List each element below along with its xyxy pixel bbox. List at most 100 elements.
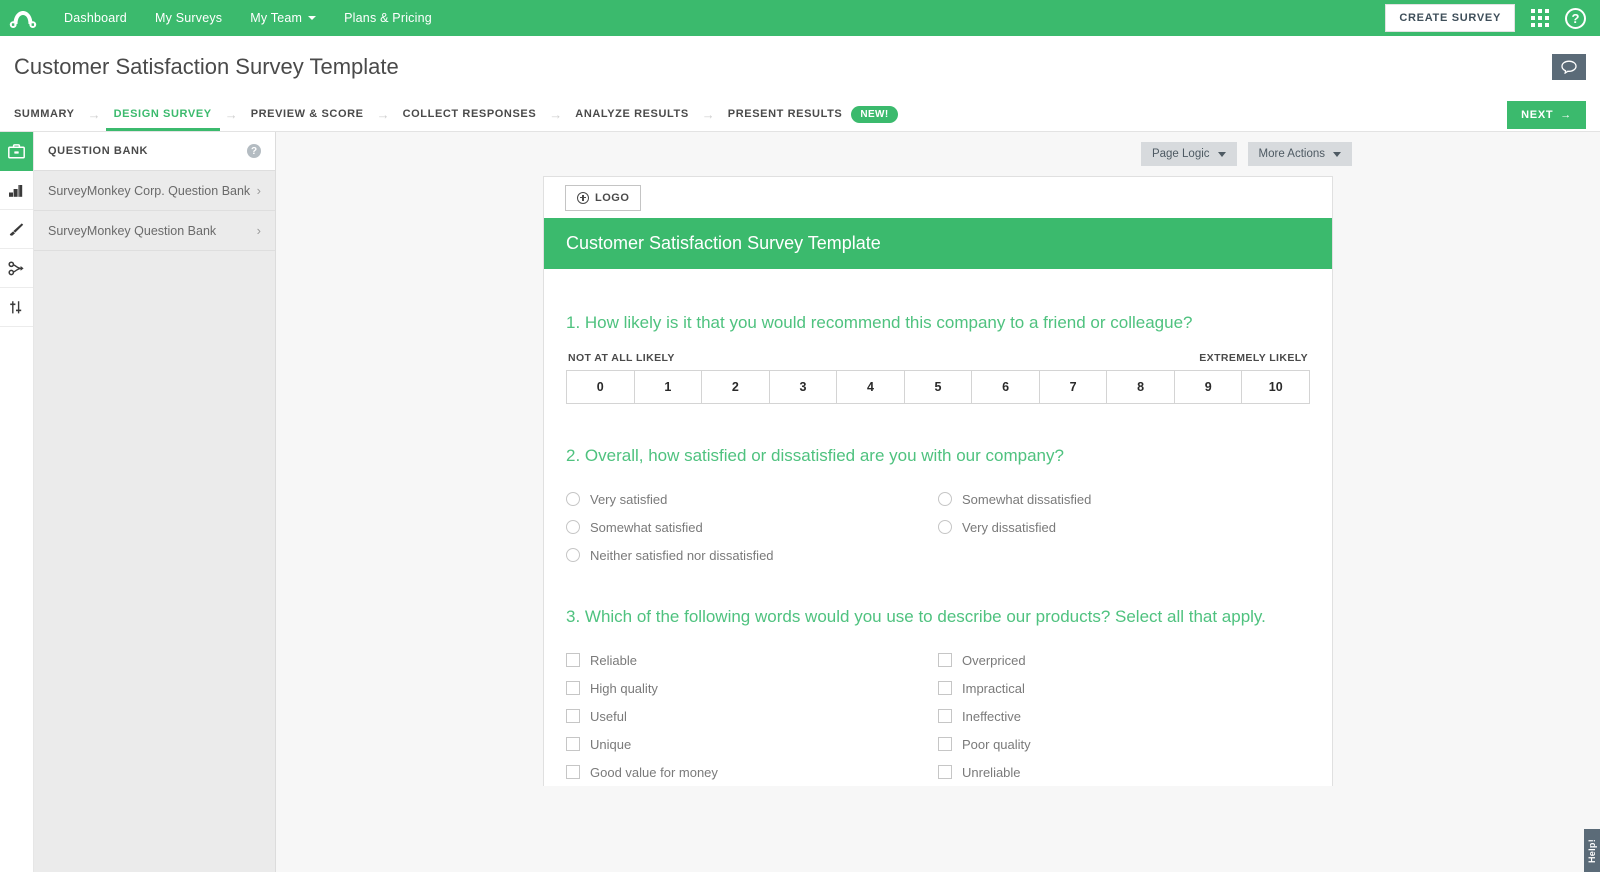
nps-cell-4[interactable]: 4 <box>837 371 905 403</box>
nav-link-label: My Surveys <box>155 0 222 36</box>
logic-branch-icon <box>8 261 25 276</box>
checkbox-option-reliable[interactable]: Reliable <box>566 646 938 674</box>
nav-link-plans-pricing[interactable]: Plans & Pricing <box>330 0 446 36</box>
more-actions-button[interactable]: More Actions <box>1248 142 1352 166</box>
radio-icon <box>566 492 580 506</box>
radio-option-somewhat-dissatisfied[interactable]: Somewhat dissatisfied <box>938 485 1310 513</box>
tab-collect-responses[interactable]: COLLECT RESPONSES <box>403 98 537 131</box>
next-button[interactable]: NEXT → <box>1507 101 1586 129</box>
checkbox-option-unreliable[interactable]: Unreliable <box>938 758 1310 786</box>
page-logic-button[interactable]: Page Logic <box>1141 142 1237 166</box>
next-button-label: NEXT <box>1521 109 1553 121</box>
question-3[interactable]: 3. Which of the following words would yo… <box>566 603 1310 786</box>
checkbox-option-high-quality[interactable]: High quality <box>566 674 938 702</box>
tab-separator-arrow-icon: → <box>88 107 101 122</box>
option-label: Neither satisfied nor dissatisfied <box>590 548 774 563</box>
checkbox-option-useful[interactable]: Useful <box>566 702 938 730</box>
question-1-text: 1. How likely is it that you would recom… <box>566 309 1310 336</box>
rail-item-question-bank[interactable] <box>0 132 33 171</box>
question-2-options: Very satisfied Somewhat satisfied Neithe… <box>566 485 1310 569</box>
radio-option-very-dissatisfied[interactable]: Very dissatisfied <box>938 513 1310 541</box>
qbank-row-surveymonkey-corp[interactable]: SurveyMonkey Corp. Question Bank › <box>34 171 275 211</box>
tab-analyze-results[interactable]: ANALYZE RESULTS <box>575 98 689 131</box>
logo-strip: LOGO <box>544 177 1332 218</box>
tab-preview-and-score[interactable]: PREVIEW & SCORE <box>251 98 364 131</box>
paintbrush-icon <box>8 222 25 237</box>
checkbox-icon <box>938 709 952 723</box>
checkbox-icon <box>566 653 580 667</box>
checkbox-icon <box>938 681 952 695</box>
option-label: Good value for money <box>590 765 718 780</box>
radio-option-somewhat-satisfied[interactable]: Somewhat satisfied <box>566 513 938 541</box>
rail-item-charts[interactable] <box>0 171 33 210</box>
checkbox-option-ineffective[interactable]: Ineffective <box>938 702 1310 730</box>
radio-option-neither[interactable]: Neither satisfied nor dissatisfied <box>566 541 938 569</box>
top-navigation-bar: Dashboard My Surveys My Team Plans & Pri… <box>0 0 1600 36</box>
add-logo-label: LOGO <box>595 192 629 204</box>
create-survey-button[interactable]: CREATE SURVEY <box>1385 4 1515 32</box>
radio-icon <box>938 492 952 506</box>
tab-present-results[interactable]: PRESENT RESULTS <box>728 98 843 131</box>
checkbox-option-poor-quality[interactable]: Poor quality <box>938 730 1310 758</box>
tab-summary[interactable]: SUMMARY <box>14 98 75 131</box>
question-1[interactable]: 1. How likely is it that you would recom… <box>566 309 1310 404</box>
chevron-down-icon <box>308 16 316 20</box>
survey-canvas: Page Logic More Actions LOGO Customer Sa… <box>276 132 1600 872</box>
nps-cell-8[interactable]: 8 <box>1107 371 1175 403</box>
nav-link-dashboard[interactable]: Dashboard <box>50 0 141 36</box>
more-actions-label: More Actions <box>1259 148 1325 160</box>
radio-option-very-satisfied[interactable]: Very satisfied <box>566 485 938 513</box>
rail-item-logic[interactable] <box>0 249 33 288</box>
qbank-row-surveymonkey[interactable]: SurveyMonkey Question Bank › <box>34 211 275 251</box>
checkbox-option-overpriced[interactable]: Overpriced <box>938 646 1310 674</box>
tab-separator-arrow-icon: → <box>702 107 715 122</box>
plus-circle-icon <box>577 192 589 204</box>
nav-link-my-surveys[interactable]: My Surveys <box>141 0 236 36</box>
nav-link-label: Plans & Pricing <box>344 0 432 36</box>
option-label: Very dissatisfied <box>962 520 1056 535</box>
nps-cell-3[interactable]: 3 <box>770 371 838 403</box>
nps-cell-2[interactable]: 2 <box>702 371 770 403</box>
help-tab-label: Help! <box>1587 839 1597 863</box>
workflow-tab-strip: SUMMARY → DESIGN SURVEY → PREVIEW & SCOR… <box>0 98 1600 132</box>
add-logo-button[interactable]: LOGO <box>565 185 641 211</box>
surveymonkey-logo-icon[interactable] <box>8 5 38 31</box>
option-label: Reliable <box>590 653 637 668</box>
rail-item-theme[interactable] <box>0 210 33 249</box>
chevron-down-icon <box>1218 152 1226 157</box>
help-circle-icon[interactable]: ? <box>247 144 261 158</box>
canvas-toolbar: Page Logic More Actions <box>276 132 1600 176</box>
feedback-button[interactable] <box>1552 54 1586 80</box>
nps-cell-1[interactable]: 1 <box>635 371 703 403</box>
nps-scale: 0 1 2 3 4 5 6 7 8 9 10 <box>566 370 1310 404</box>
radio-icon <box>938 520 952 534</box>
tab-design-survey[interactable]: DESIGN SURVEY <box>114 98 212 131</box>
option-label: Useful <box>590 709 627 724</box>
apps-grid-icon[interactable] <box>1531 9 1549 27</box>
help-question-icon[interactable]: ? <box>1565 8 1586 29</box>
option-label: Somewhat dissatisfied <box>962 492 1091 507</box>
nps-cell-7[interactable]: 7 <box>1040 371 1108 403</box>
checkbox-option-unique[interactable]: Unique <box>566 730 938 758</box>
nps-cell-10[interactable]: 10 <box>1242 371 1309 403</box>
qbank-row-label: SurveyMonkey Corp. Question Bank <box>48 184 250 198</box>
option-label: Impractical <box>962 681 1025 696</box>
question-2[interactable]: 2. Overall, how satisfied or dissatisfie… <box>566 442 1310 569</box>
nps-cell-6[interactable]: 6 <box>972 371 1040 403</box>
checkbox-icon <box>566 709 580 723</box>
rail-item-options[interactable] <box>0 288 33 327</box>
question-bank-title: QUESTION BANK <box>48 145 148 157</box>
nps-endpoint-labels: NOT AT ALL LIKELY EXTREMELY LIKELY <box>566 352 1310 364</box>
checkbox-icon <box>566 765 580 779</box>
chevron-right-icon: › <box>257 183 261 198</box>
nps-cell-5[interactable]: 5 <box>905 371 973 403</box>
checkbox-option-impractical[interactable]: Impractical <box>938 674 1310 702</box>
radio-icon <box>566 548 580 562</box>
nps-cell-0[interactable]: 0 <box>567 371 635 403</box>
nav-link-label: Dashboard <box>64 0 127 36</box>
help-tab[interactable]: Help! <box>1584 829 1600 872</box>
nav-link-my-team[interactable]: My Team <box>236 0 330 36</box>
tab-separator-arrow-icon: → <box>225 107 238 122</box>
checkbox-option-good-value[interactable]: Good value for money <box>566 758 938 786</box>
nps-cell-9[interactable]: 9 <box>1175 371 1243 403</box>
